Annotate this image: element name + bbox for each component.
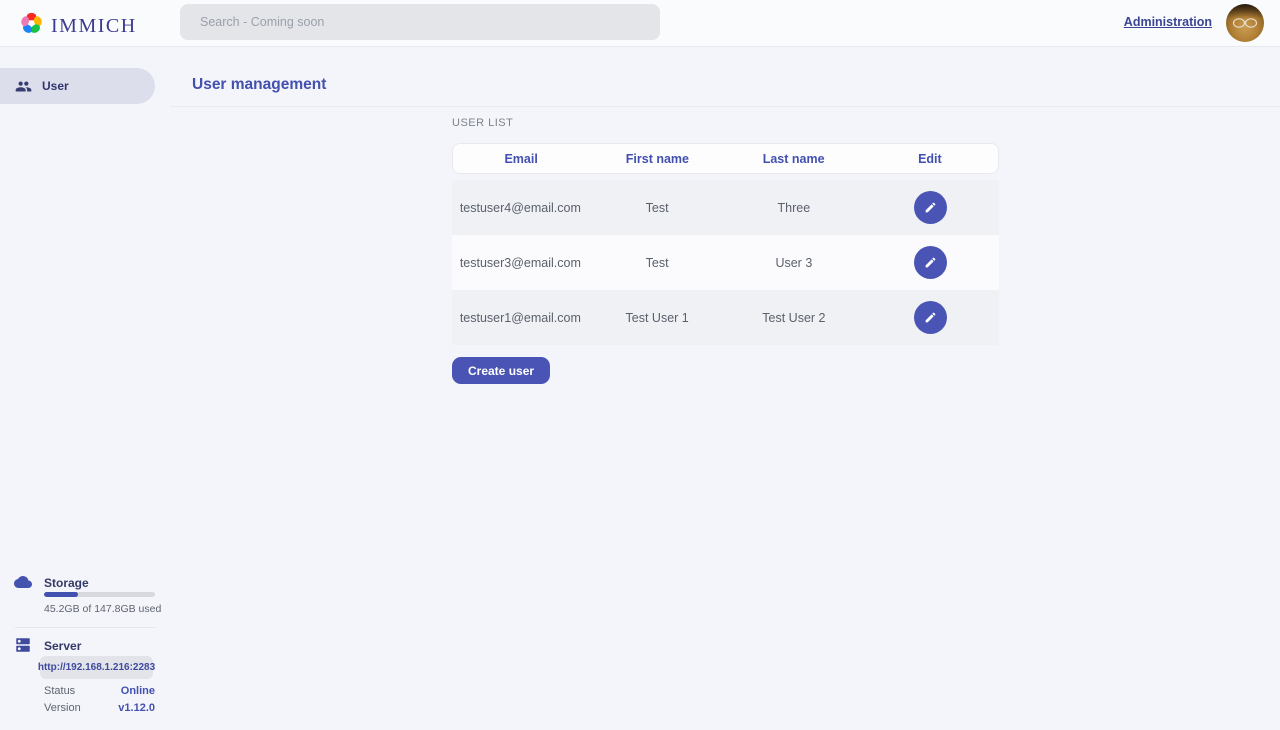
status-label: Status <box>44 685 75 697</box>
edit-user-button[interactable] <box>914 191 947 224</box>
cell-first-name: Test <box>589 256 726 270</box>
pencil-icon <box>924 201 937 214</box>
cell-last-name: Three <box>726 201 863 215</box>
version-label: Version <box>44 702 81 714</box>
version-value: v1.12.0 <box>118 702 155 714</box>
server-icon <box>14 636 32 659</box>
user-table-body: testuser4@email.com Test Three testuser3… <box>452 180 999 345</box>
edit-user-button[interactable] <box>914 301 947 334</box>
table-row: testuser4@email.com Test Three <box>452 180 999 235</box>
create-user-button[interactable]: Create user <box>452 357 550 384</box>
administration-link[interactable]: Administration <box>1124 15 1212 29</box>
cell-first-name: Test User 1 <box>589 311 726 325</box>
column-header-edit: Edit <box>862 152 998 166</box>
column-header-first-name: First name <box>589 152 725 166</box>
sidebar-item-user[interactable]: User <box>0 68 155 104</box>
status-value: Online <box>121 685 155 697</box>
cloud-icon <box>14 573 32 596</box>
immich-flower-icon <box>18 10 45 42</box>
pencil-icon <box>924 256 937 269</box>
edit-user-button[interactable] <box>914 246 947 279</box>
page-title: User management <box>192 76 326 94</box>
cell-email: testuser1@email.com <box>452 311 589 325</box>
column-header-email: Email <box>453 152 589 166</box>
user-avatar[interactable] <box>1226 4 1264 42</box>
cell-last-name: User 3 <box>726 256 863 270</box>
storage-progress-bar <box>44 592 155 597</box>
sidebar-item-label: User <box>42 79 69 93</box>
logo-wordmark: IMMICH <box>51 15 137 38</box>
user-group-icon <box>15 78 32 95</box>
topbar: IMMICH Administration <box>0 0 1280 47</box>
storage-title: Storage <box>44 576 89 590</box>
user-table-header: Email First name Last name Edit <box>452 143 999 174</box>
search-input[interactable] <box>180 4 660 40</box>
immich-admin-app: IMMICH Administration User User manageme… <box>0 0 1280 730</box>
server-url-badge: http://192.168.1.216:2283 <box>40 656 153 679</box>
cell-email: testuser3@email.com <box>452 256 589 270</box>
immich-logo[interactable]: IMMICH <box>18 10 137 42</box>
table-row: testuser1@email.com Test User 1 Test Use… <box>452 290 999 345</box>
server-version-row: Version v1.12.0 <box>44 702 155 714</box>
cell-email: testuser4@email.com <box>452 201 589 215</box>
storage-progress-fill <box>44 592 78 597</box>
server-status-row: Status Online <box>44 685 155 697</box>
column-header-last-name: Last name <box>726 152 862 166</box>
table-row: testuser3@email.com Test User 3 <box>452 235 999 290</box>
server-title: Server <box>44 639 81 653</box>
sidebar-divider <box>15 627 155 628</box>
cell-first-name: Test <box>589 201 726 215</box>
pencil-icon <box>924 311 937 324</box>
page-divider <box>170 106 1280 107</box>
cell-last-name: Test User 2 <box>726 311 863 325</box>
storage-used-label: 45.2GB of 147.8GB used <box>44 603 161 615</box>
user-list-label: USER LIST <box>452 117 513 129</box>
